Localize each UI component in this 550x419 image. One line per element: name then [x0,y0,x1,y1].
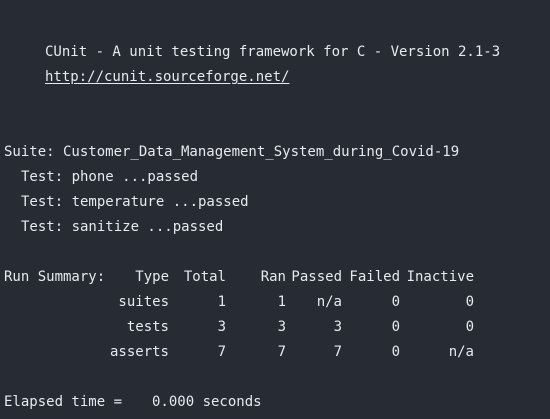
column-header-ran: Ran [260,269,286,285]
summary-inactive-cell: n/a [448,344,474,360]
summary-total-cell: 7 [217,344,226,360]
test-result-line: Test: sanitize ...passed [21,219,224,235]
column-header-total: Total [183,269,226,285]
summary-failed-cell: 0 [391,294,400,310]
summary-ran-cell: 1 [277,294,286,310]
summary-total-cell: 3 [217,319,226,335]
run-summary-label: Run Summary: [4,269,106,285]
summary-ran-cell: 3 [277,319,286,335]
summary-passed-cell: 7 [333,344,342,360]
summary-inactive-cell: 0 [465,319,474,335]
column-header-passed: Passed [291,269,342,285]
summary-passed-cell: 3 [333,319,342,335]
elapsed-time-value: 0.000 seconds [152,394,262,410]
column-header-type: Type [135,269,169,285]
suite-line: Suite: Customer_Data_Management_System_d… [4,144,460,160]
summary-type-cell: asserts [109,344,169,360]
summary-failed-cell: 0 [391,319,400,335]
summary-type-cell: tests [126,319,169,335]
test-result-line: Test: temperature ...passed [21,194,249,210]
column-header-inactive: Inactive [406,269,474,285]
summary-type-cell: suites [118,294,169,310]
summary-passed-cell: n/a [316,294,342,310]
summary-inactive-cell: 0 [465,294,474,310]
elapsed-time-label: Elapsed time = [4,394,123,410]
summary-total-cell: 1 [217,294,226,310]
column-header-failed: Failed [349,269,400,285]
cunit-title: CUnit - A unit testing framework for C -… [45,44,501,60]
cunit-url-link[interactable]: http://cunit.sourceforge.net/ [45,67,289,87]
summary-ran-cell: 7 [277,344,286,360]
test-result-line: Test: phone ...passed [21,169,199,185]
terminal-output: CUnit - A unit testing framework for C -… [0,0,550,419]
summary-failed-cell: 0 [391,344,400,360]
